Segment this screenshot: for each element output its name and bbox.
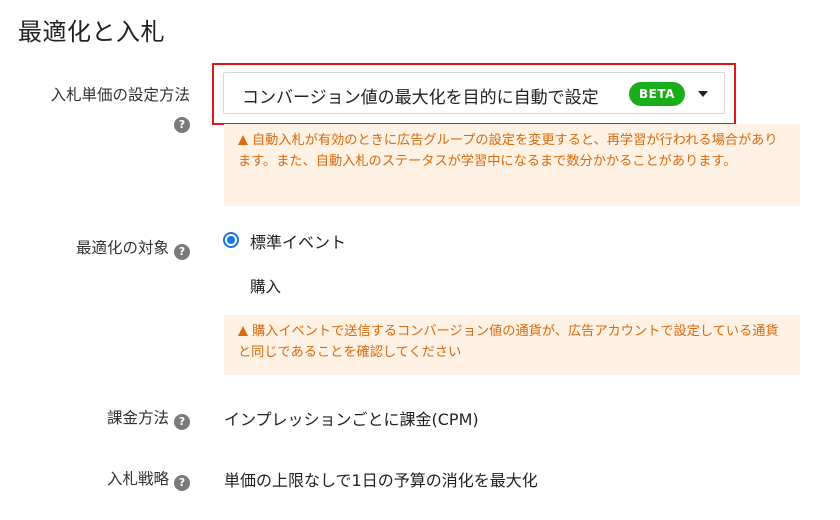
optimization-warning-text: 購入イベントで送信するコンバージョン値の通貨が、広告アカウントで設定している通貨…	[238, 324, 779, 360]
strategy-value: 単価の上限なしで1日の予算の消化を最大化	[224, 471, 538, 490]
warning-icon	[238, 135, 248, 145]
bid-method-warning-text: 自動入札が有効のときに広告グループの設定を変更すると、再学習が行われる場合があり…	[238, 133, 778, 169]
help-icon[interactable]: ?	[174, 414, 190, 430]
radio-selected-dot	[227, 236, 235, 244]
bid-method-label: 入札単価の設定方法	[0, 84, 190, 106]
warning-icon	[238, 326, 248, 336]
standard-event-radio[interactable]	[223, 232, 239, 248]
optimization-label: 最適化の対象 ?	[0, 237, 190, 260]
bid-method-warning: 自動入札が有効のときに広告グループの設定を変更すると、再学習が行われる場合があり…	[224, 124, 800, 206]
billing-value: インプレッションごとに課金(CPM)	[224, 410, 479, 429]
bid-method-label-text: 入札単価の設定方法	[50, 86, 190, 104]
help-icon[interactable]: ?	[174, 117, 190, 133]
beta-badge: BETA	[629, 82, 685, 106]
billing-label-text: 課金方法	[107, 409, 170, 427]
event-name: 購入	[250, 278, 282, 296]
section-title: 最適化と入札	[18, 18, 165, 46]
bid-method-help: ?	[0, 110, 190, 133]
standard-event-label[interactable]: 標準イベント	[250, 229, 346, 253]
strategy-label-text: 入札戦略	[107, 470, 170, 488]
strategy-label: 入札戦略 ?	[0, 468, 190, 491]
billing-label: 課金方法 ?	[0, 407, 190, 430]
bid-method-selected-value: コンバージョン値の最大化を目的に自動で設定	[242, 88, 599, 108]
help-icon[interactable]: ?	[174, 475, 190, 491]
chevron-down-icon[interactable]	[698, 91, 708, 97]
bid-method-dropdown[interactable]: コンバージョン値の最大化を目的に自動で設定 BETA	[223, 72, 725, 114]
optimization-warning: 購入イベントで送信するコンバージョン値の通貨が、広告アカウントで設定している通貨…	[224, 315, 800, 375]
help-icon[interactable]: ?	[174, 244, 190, 260]
optimization-label-text: 最適化の対象	[76, 239, 170, 257]
